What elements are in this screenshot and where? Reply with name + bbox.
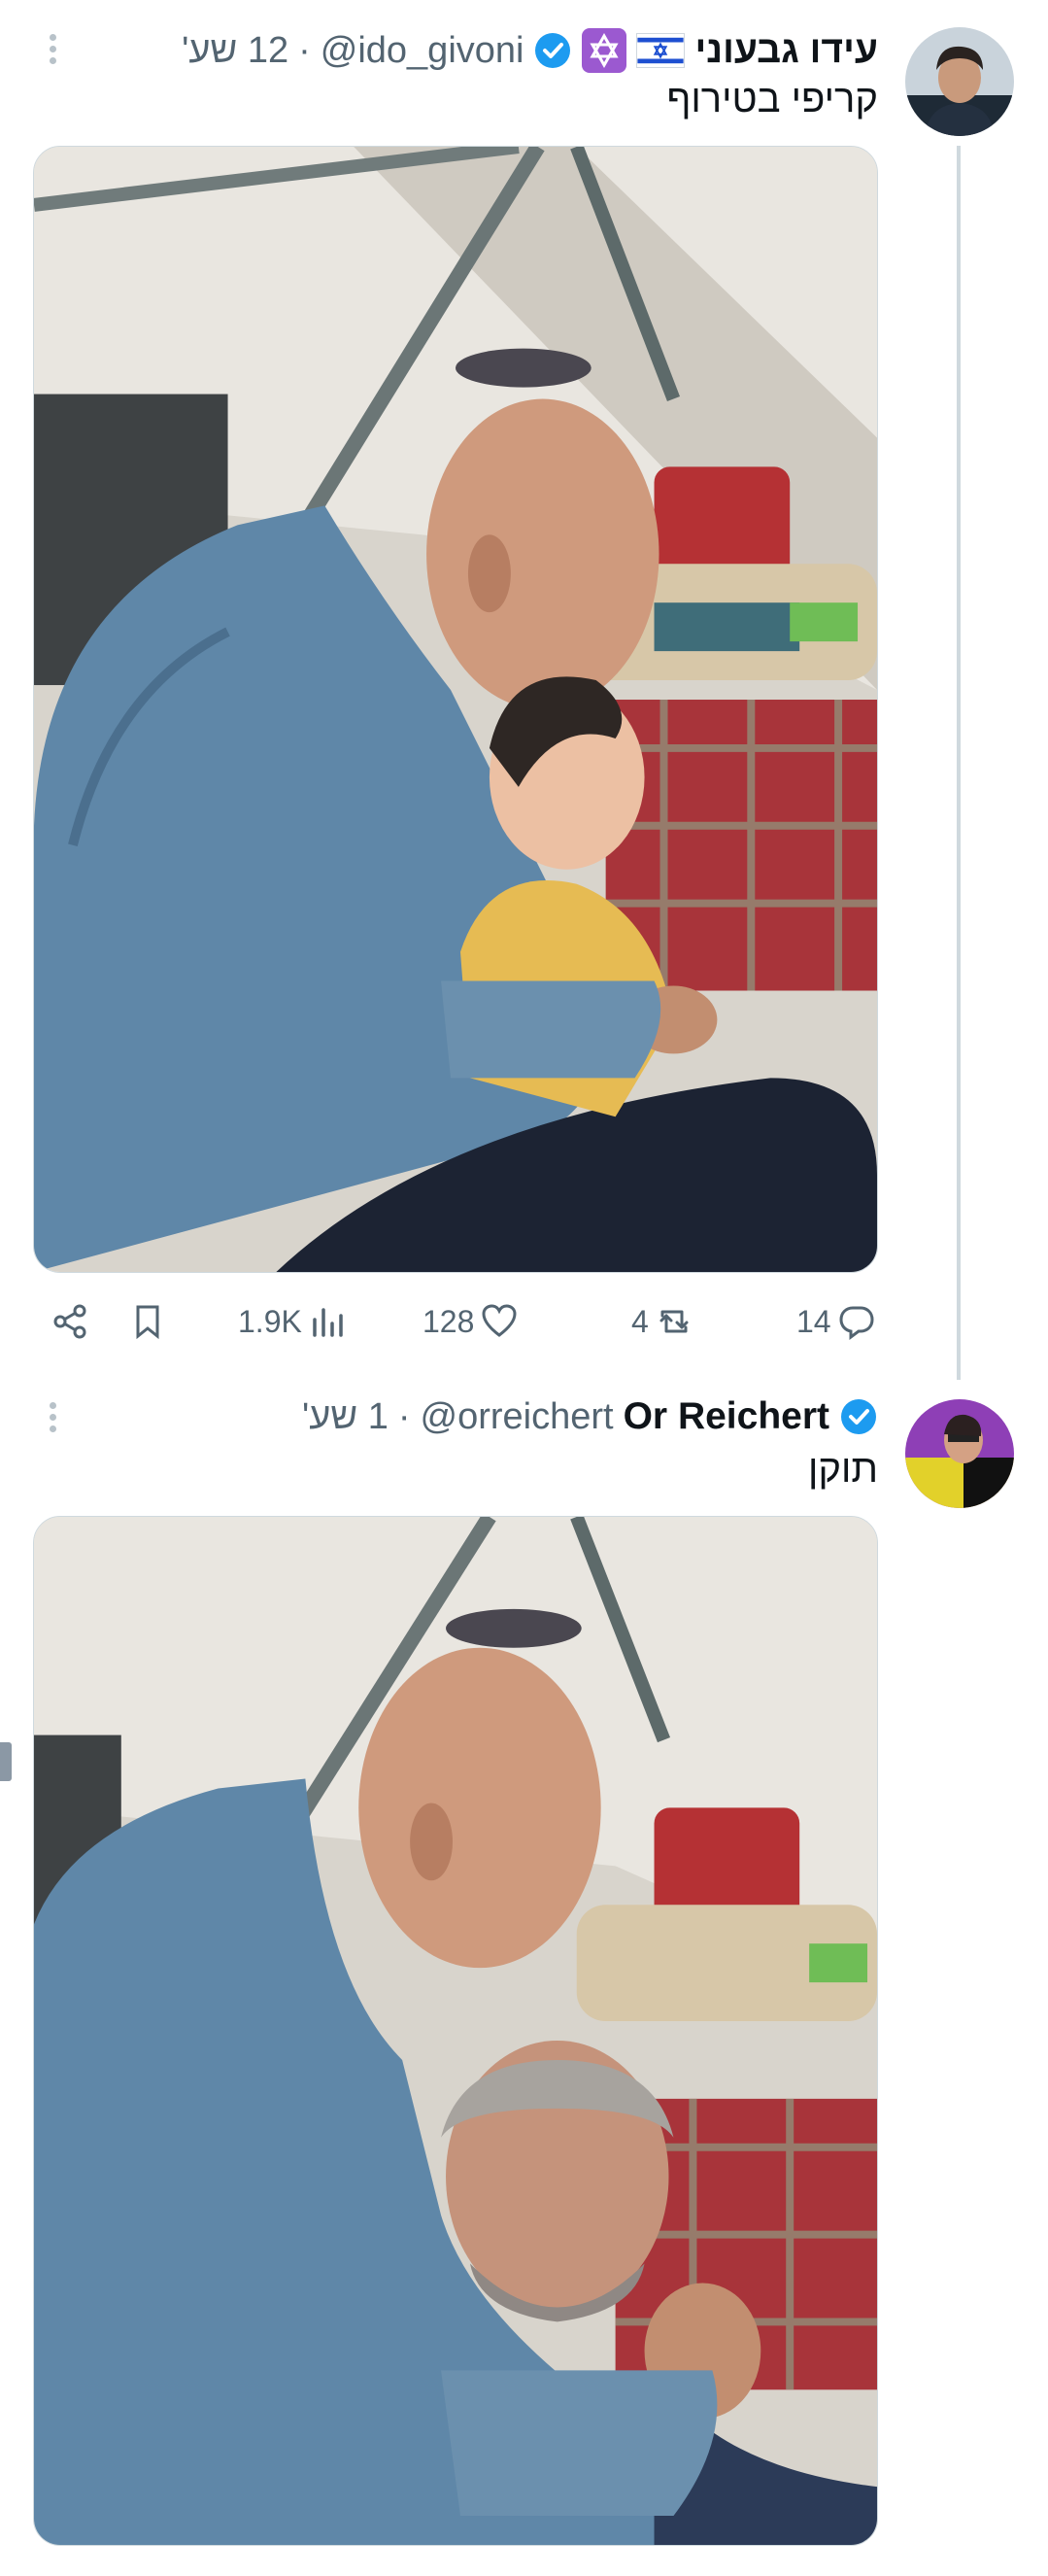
tweet-text: קריפי בטירוף: [666, 78, 878, 120]
like-count: 128: [423, 1303, 475, 1339]
separator-dot: ·: [298, 29, 311, 71]
reply-icon: [839, 1306, 874, 1340]
tweet-actions: 1.9K 128 4 14: [39, 1288, 884, 1356]
more-options-icon[interactable]: [43, 29, 62, 72]
bookmark-icon: [136, 1305, 159, 1340]
timestamp[interactable]: 12 שע': [182, 30, 288, 72]
like-button[interactable]: 128: [423, 1288, 519, 1356]
user-handle[interactable]: @ido_givoni: [321, 30, 524, 72]
star-of-david-icon: [582, 28, 627, 73]
tweet-text: תוקן: [807, 1448, 878, 1491]
repost-icon: [659, 1310, 689, 1333]
display-name[interactable]: עידו גבעוני: [694, 29, 878, 72]
user-handle[interactable]: @orreichert: [421, 1396, 614, 1438]
repost-count: 4: [631, 1303, 649, 1339]
views-chart-icon: [313, 1308, 343, 1337]
verified-badge-icon: [841, 1399, 876, 1434]
more-options-icon[interactable]: [43, 1397, 62, 1440]
avatar[interactable]: [905, 27, 1014, 136]
verified-badge-icon: [535, 33, 571, 68]
heart-icon: [482, 1304, 517, 1337]
tweet-header: Or Reichert @orreichert · 1 שע': [302, 1388, 878, 1446]
bookmark-button[interactable]: [128, 1288, 167, 1356]
scrollbar-thumb[interactable]: [0, 1742, 12, 1781]
israel-flag-icon: [636, 33, 686, 68]
thread-connector-line: [957, 146, 961, 1380]
share-icon: [53, 1304, 86, 1339]
tweet-photo[interactable]: [33, 1516, 878, 2546]
display-name[interactable]: Or Reichert: [624, 1395, 829, 1438]
views-stat[interactable]: 1.9K: [238, 1288, 347, 1356]
timestamp[interactable]: 1 שע': [302, 1396, 389, 1438]
repost-button[interactable]: 4: [631, 1288, 693, 1356]
tweet-photo[interactable]: [33, 146, 878, 1273]
avatar[interactable]: [905, 1399, 1014, 1508]
views-count: 1.9K: [238, 1303, 302, 1339]
tweet-header: עידו גבעוני @ido_givoni · 12 שע': [182, 21, 878, 80]
reply-button[interactable]: 14: [796, 1288, 876, 1356]
share-button[interactable]: [51, 1288, 89, 1356]
reply-count: 14: [796, 1303, 831, 1339]
separator-dot: ·: [397, 1395, 411, 1437]
